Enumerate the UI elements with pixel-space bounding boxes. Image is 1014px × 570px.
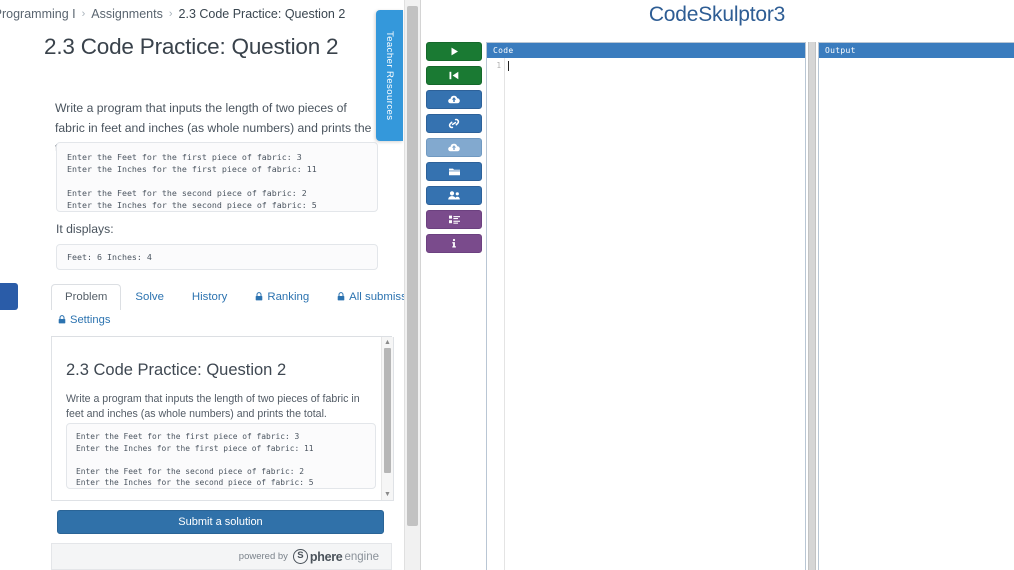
tab-history-label: History xyxy=(191,291,228,303)
tab-ranking[interactable]: Ranking xyxy=(241,284,323,310)
open-button[interactable] xyxy=(426,162,482,181)
breadcrumb: r Programming I › Assignments › 2.3 Code… xyxy=(0,4,404,24)
scrollbar-thumb[interactable] xyxy=(384,348,391,473)
expected-output-block: Feet: 6 Inches: 4 xyxy=(56,244,378,270)
scroll-up-arrow-icon[interactable]: ▲ xyxy=(382,337,393,348)
output-panel: Output xyxy=(818,42,1014,570)
codeskulptor-title: CodeSkulptor3 xyxy=(648,3,786,26)
breadcrumb-item-course[interactable]: r Programming I xyxy=(0,7,76,21)
sample-io-block: Enter the Feet for the first piece of fa… xyxy=(56,142,378,212)
page-scrollbar[interactable] xyxy=(404,0,421,570)
powered-by-label: powered by xyxy=(238,551,288,562)
offscreen-button-stub[interactable] xyxy=(0,283,18,310)
breadcrumb-separator-icon: › xyxy=(81,8,86,20)
it-displays-label: It displays: xyxy=(56,222,114,236)
sphere-brand-word: phere xyxy=(309,549,343,564)
upload-button[interactable] xyxy=(426,138,482,157)
code-panel-header: Code xyxy=(487,43,805,58)
reset-button[interactable] xyxy=(426,66,482,85)
sphere-engine-logo: S phere engine xyxy=(292,549,379,564)
problem-sample-io: Enter the Feet for the first piece of fa… xyxy=(66,423,376,489)
settings-link[interactable]: Settings xyxy=(58,314,110,326)
lock-icon xyxy=(58,314,66,326)
text-caret xyxy=(508,61,509,71)
problem-title: 2.3 Code Practice: Question 2 xyxy=(66,361,287,379)
code-panel: Code 1 xyxy=(486,42,806,570)
app-root: r Programming I › Assignments › 2.3 Code… xyxy=(0,0,1014,570)
line-number-gutter: 1 xyxy=(487,58,505,570)
play-icon xyxy=(449,46,460,57)
teacher-resources-tab[interactable]: Teacher Resources xyxy=(376,10,403,141)
problem-panel-scrollbar[interactable]: ▲ ▼ xyxy=(381,337,393,500)
code-editor[interactable]: 1 xyxy=(487,58,805,570)
tab-all-submissions-label: All submissions xyxy=(349,291,404,303)
pane-divider xyxy=(420,0,421,570)
teacher-resources-label: Teacher Resources xyxy=(384,30,395,121)
tab-history[interactable]: History xyxy=(178,284,241,310)
tab-all-submissions[interactable]: All submissions xyxy=(323,284,404,310)
sphere-logo-icon: S xyxy=(292,549,308,564)
tab-problem-label: Problem xyxy=(65,291,108,303)
breadcrumb-separator-icon: › xyxy=(168,8,173,20)
users-button[interactable] xyxy=(426,186,482,205)
tab-solve[interactable]: Solve xyxy=(121,284,178,310)
sphere-brand-suffix: engine xyxy=(344,550,379,563)
demos-button[interactable] xyxy=(426,210,482,229)
tab-ranking-label: Ranking xyxy=(267,291,310,303)
users-icon xyxy=(447,190,461,201)
widget-tab-bar: Problem Solve History Ranking All submis… xyxy=(51,284,404,310)
line-number: 1 xyxy=(496,61,501,70)
cloud-upload-icon xyxy=(447,94,461,105)
info-button[interactable] xyxy=(426,234,482,253)
codeskulptor-toolbar xyxy=(426,42,484,258)
settings-label: Settings xyxy=(70,314,111,326)
lock-icon xyxy=(255,291,263,303)
tab-problem[interactable]: Problem xyxy=(51,284,122,310)
link-icon xyxy=(448,118,460,129)
sphere-engine-widget: Problem Solve History Ranking All submis… xyxy=(44,281,404,570)
scroll-down-arrow-icon[interactable]: ▼ xyxy=(382,489,393,500)
course-page-pane: r Programming I › Assignments › 2.3 Code… xyxy=(0,0,404,570)
list-icon xyxy=(448,214,461,225)
problem-text: Write a program that inputs the length o… xyxy=(66,393,360,421)
lock-icon xyxy=(337,291,345,303)
panel-splitter[interactable] xyxy=(808,42,816,570)
problem-panel: 2.3 Code Practice: Question 2 Write a pr… xyxy=(51,337,394,501)
folder-icon xyxy=(448,166,461,177)
save-button[interactable] xyxy=(426,90,482,109)
widget-footer: powered by S phere engine xyxy=(51,543,392,570)
breadcrumb-item-current: 2.3 Code Practice: Question 2 xyxy=(178,7,346,21)
tab-solve-label: Solve xyxy=(135,291,164,303)
codeskulptor-pane: CodeSkulptor3 Code 1 Output xyxy=(420,0,1014,570)
sync-button[interactable] xyxy=(426,114,482,133)
output-panel-header: Output xyxy=(819,43,1014,58)
submit-solution-button[interactable]: Submit a solution xyxy=(57,510,384,534)
info-icon xyxy=(450,238,458,249)
skip-back-icon xyxy=(448,70,460,81)
run-button[interactable] xyxy=(426,42,482,61)
output-area xyxy=(819,58,1014,570)
cloud-upload-icon xyxy=(447,142,461,153)
page-title: 2.3 Code Practice: Question 2 xyxy=(44,34,339,59)
breadcrumb-item-assignments[interactable]: Assignments xyxy=(91,7,163,21)
page-scrollbar-thumb[interactable] xyxy=(407,6,418,526)
